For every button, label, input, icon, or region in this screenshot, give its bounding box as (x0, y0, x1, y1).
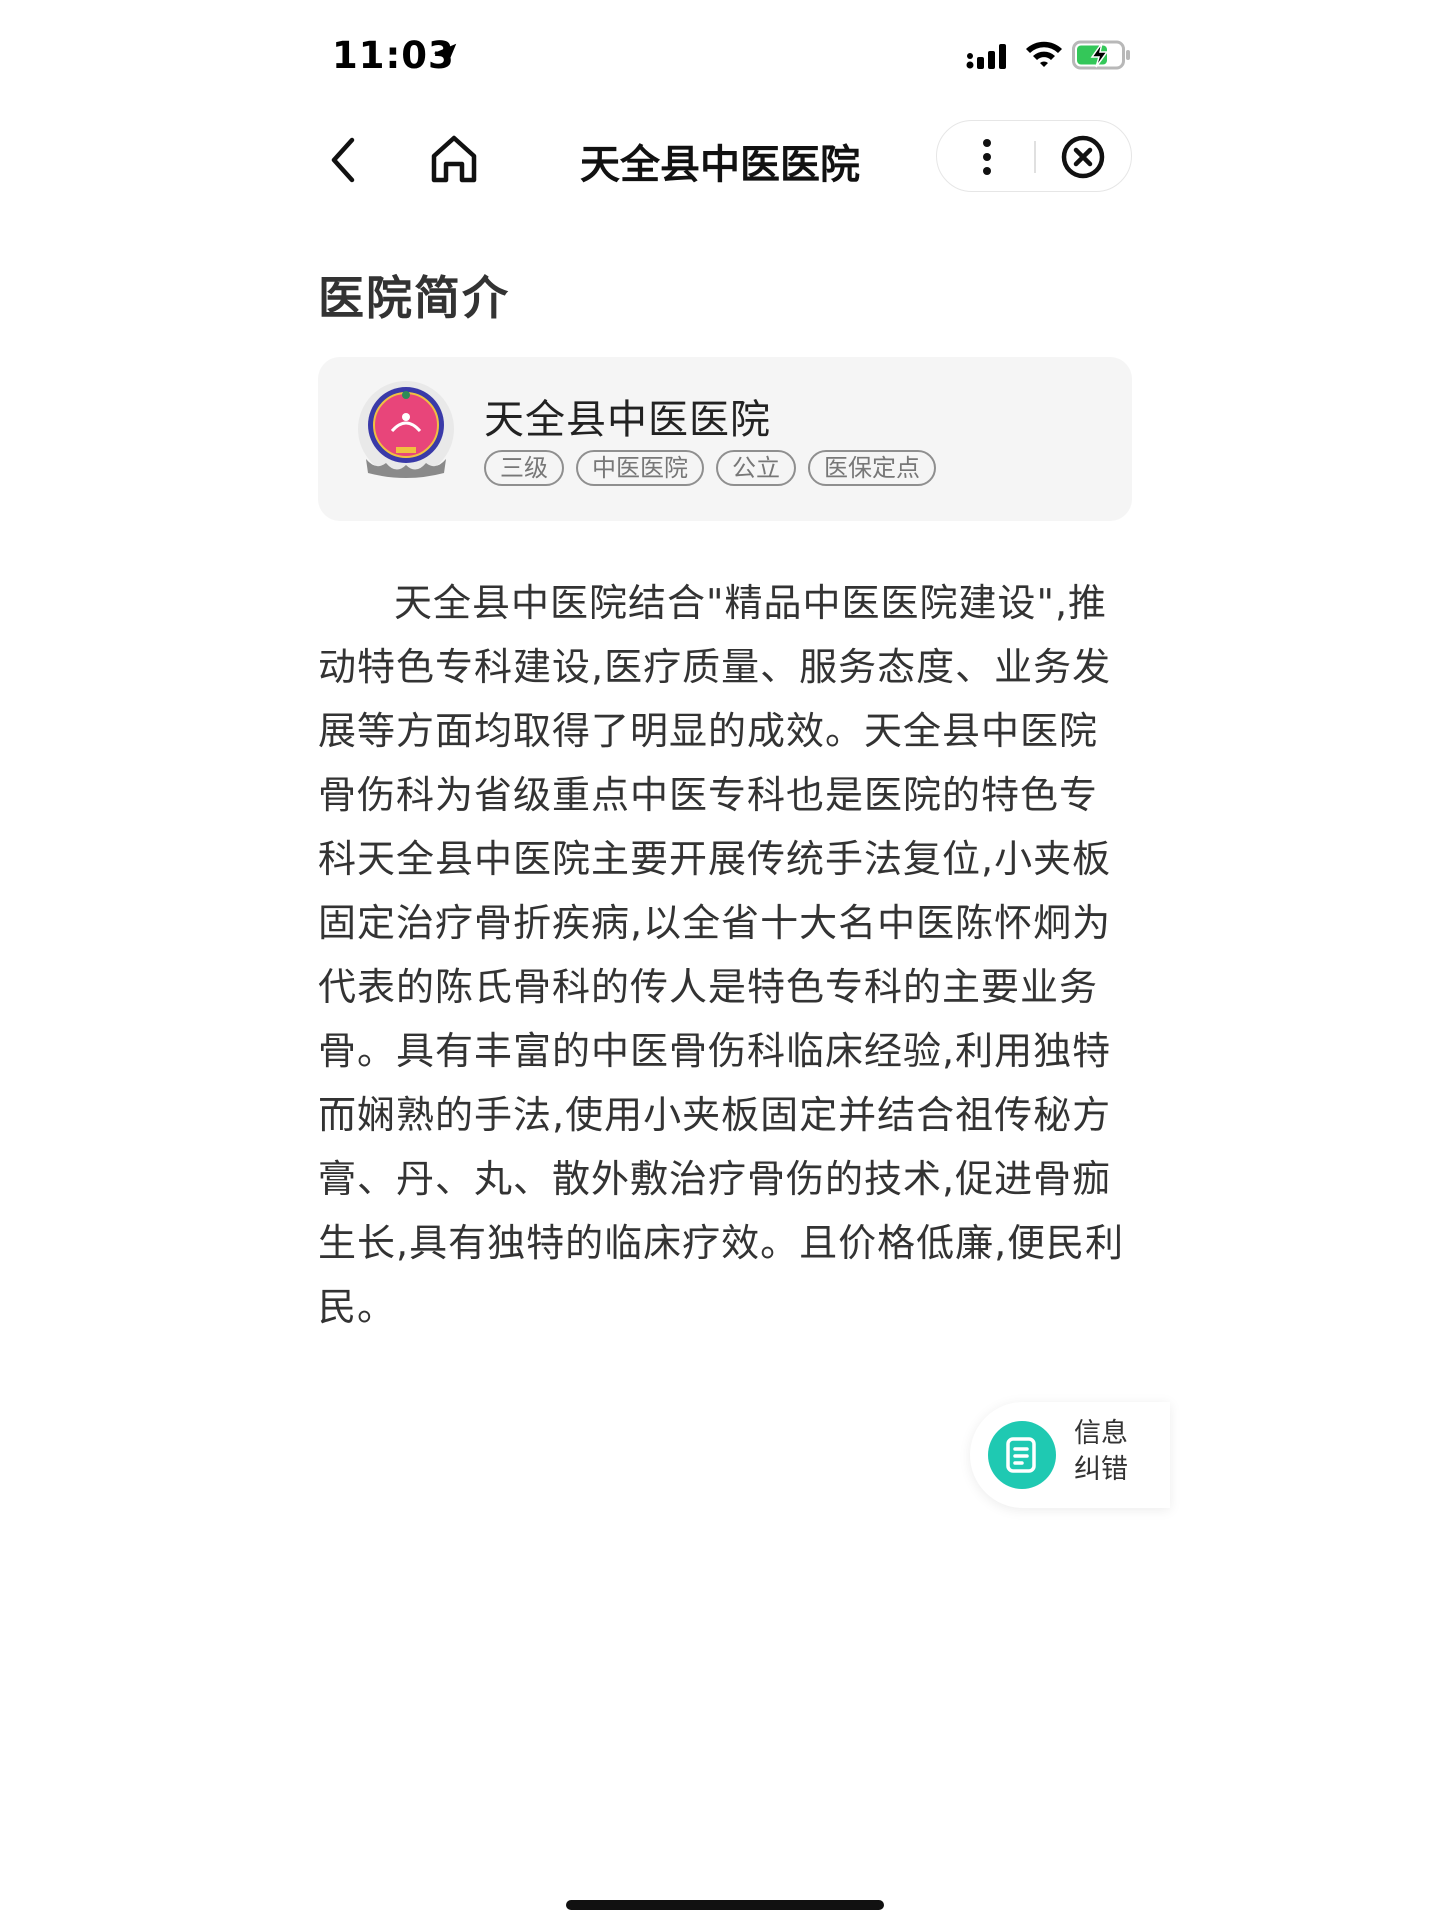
feedback-label-line2: 纠错 (1074, 1454, 1128, 1485)
location-arrow-icon (433, 43, 457, 67)
signal-icon (966, 44, 1006, 69)
nav-bar: 天全县中医医院 (0, 110, 1440, 210)
status-bar: 11:03 (0, 0, 1440, 110)
info-correction-button[interactable]: 信息 纠错 (970, 1402, 1170, 1508)
home-indicator[interactable] (566, 1900, 884, 1910)
hospital-card[interactable]: 天全县中医医院 三级 中医医院 公立 医保定点 (318, 357, 1132, 521)
more-icon[interactable] (959, 129, 1015, 185)
capsule-divider (1034, 141, 1036, 173)
battery-charging-icon (1072, 40, 1130, 70)
wifi-icon (1026, 41, 1062, 67)
hospital-name: 天全县中医医院 (484, 397, 771, 443)
edit-note-icon (1006, 1437, 1036, 1473)
hospital-tag: 三级 (484, 450, 564, 486)
hospital-logo-icon (358, 381, 454, 478)
mini-program-capsule (936, 120, 1132, 192)
hospital-tag: 医保定点 (808, 450, 936, 486)
hospital-tag: 公立 (716, 450, 796, 486)
feedback-icon-circle (988, 1421, 1056, 1489)
hospital-tags: 三级 中医医院 公立 医保定点 (484, 450, 936, 486)
back-icon[interactable] (320, 130, 370, 190)
feedback-label-line1: 信息 (1074, 1418, 1128, 1449)
hospital-description: 天全县中医院结合"精品中医医院建设",推动特色专科建设,医疗质量、服务态度、业务… (318, 581, 1125, 1329)
section-title: 医院简介 (318, 271, 510, 325)
home-icon[interactable] (428, 132, 480, 188)
close-icon[interactable] (1055, 129, 1111, 185)
app-screen: 11:03 天全县中医医院 医院简介 天全县中医医院 三级 中医医院 公立 医保… (0, 0, 1440, 1920)
hospital-tag: 中医医院 (576, 450, 704, 486)
feedback-label: 信息 纠错 (1074, 1416, 1144, 1488)
nav-title: 天全县中医医院 (580, 142, 860, 188)
